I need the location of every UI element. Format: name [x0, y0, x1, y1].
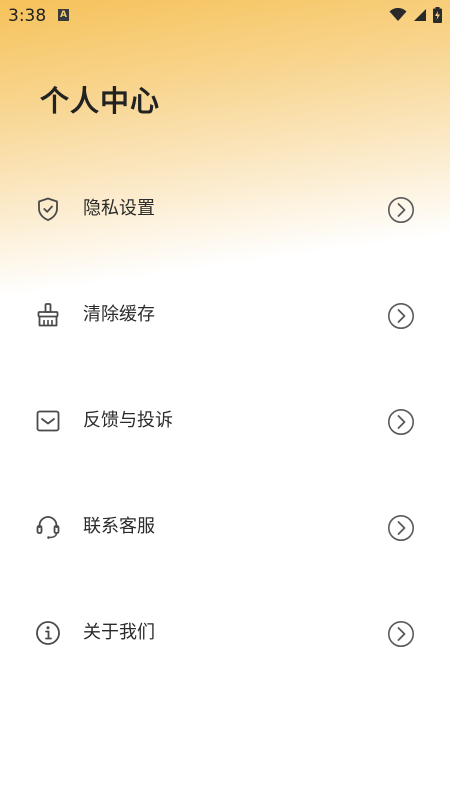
signal-icon	[414, 9, 426, 21]
chevron-right-circle-icon[interactable]	[387, 408, 415, 436]
shield-check-icon	[38, 197, 58, 221]
chevron-right-circle-icon[interactable]	[387, 302, 415, 330]
status-icons	[389, 7, 442, 23]
chevron-right-circle-icon[interactable]	[387, 620, 415, 648]
settings-menu: 隐私设置 清除缓存 反馈与投诉 联系客服 关于我们	[0, 156, 450, 686]
menu-item-clear-cache[interactable]: 清除缓存	[0, 262, 450, 368]
info-icon	[36, 621, 60, 645]
broom-icon	[37, 303, 59, 327]
menu-item-label: 关于我们	[83, 622, 155, 643]
menu-item-customer-service[interactable]: 联系客服	[0, 474, 450, 580]
status-time: 3:38	[8, 6, 47, 26]
page-title: 个人中心	[40, 84, 161, 118]
chevron-right-circle-icon[interactable]	[387, 514, 415, 542]
menu-item-privacy-settings[interactable]: 隐私设置	[0, 156, 450, 262]
wifi-icon	[389, 8, 407, 21]
menu-item-label: 联系客服	[83, 516, 155, 537]
menu-item-feedback-complaint[interactable]: 反馈与投诉	[0, 368, 450, 474]
headset-icon	[36, 516, 60, 539]
a-icon: A	[58, 9, 69, 21]
status-bar: 3:38 A	[0, 0, 450, 32]
menu-item-about-us[interactable]: 关于我们	[0, 580, 450, 686]
chevron-right-circle-icon[interactable]	[387, 196, 415, 224]
menu-item-label: 反馈与投诉	[83, 410, 173, 431]
mail-icon	[36, 410, 60, 432]
menu-item-label: 清除缓存	[83, 304, 155, 325]
menu-item-label: 隐私设置	[83, 198, 155, 219]
battery-charging-icon	[433, 7, 442, 23]
